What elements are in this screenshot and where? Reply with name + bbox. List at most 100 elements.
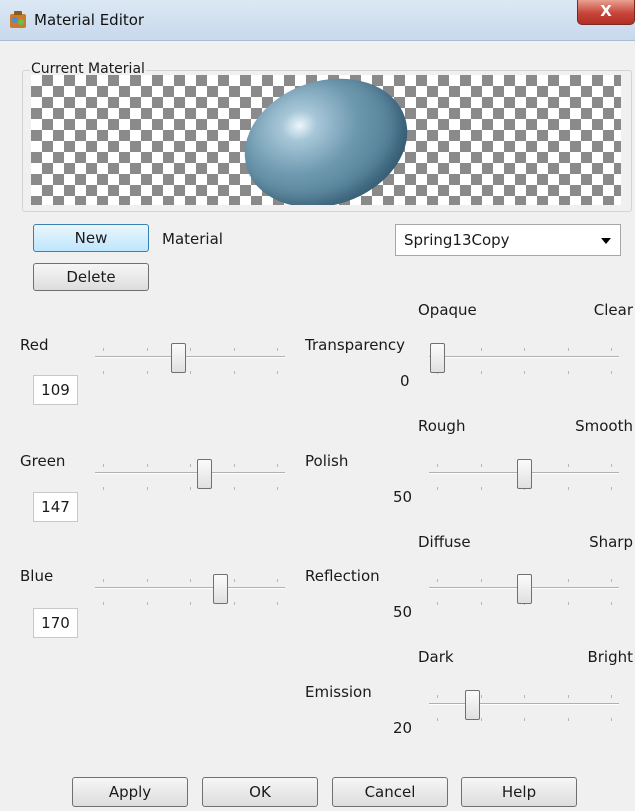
slider-tick	[567, 371, 569, 374]
red-value-field[interactable]: 109	[33, 375, 78, 405]
emission-max-label: Bright	[587, 648, 633, 666]
slider-thumb[interactable]	[196, 459, 212, 489]
slider-tick	[437, 464, 438, 467]
polish-slider[interactable]	[429, 456, 619, 496]
slider-tick	[103, 464, 104, 467]
transparency-min-label: Opaque	[418, 301, 477, 319]
material-select-value: Spring13Copy	[404, 231, 510, 249]
slider-tick	[103, 487, 104, 490]
slider-tick	[190, 348, 191, 351]
green-label: Green	[20, 452, 66, 470]
blue-label: Blue	[20, 567, 54, 585]
reflection-slider[interactable]	[429, 571, 619, 611]
slider-tick	[480, 579, 482, 582]
red-label: Red	[20, 336, 49, 354]
slider-thumb[interactable]	[464, 690, 480, 720]
slider-tick	[567, 579, 569, 582]
slider-tick	[233, 579, 235, 582]
slider-tick	[524, 718, 525, 721]
green-slider[interactable]	[95, 456, 285, 496]
slider-track[interactable]	[429, 356, 619, 358]
slider-tick	[567, 464, 569, 467]
reflection-value: 50	[393, 603, 413, 621]
slider-tick	[567, 348, 569, 351]
slider-tick	[190, 371, 191, 374]
close-button[interactable]: X	[577, 0, 635, 25]
slider-track[interactable]	[95, 356, 285, 358]
slider-tick	[277, 371, 278, 374]
help-button[interactable]: Help	[461, 777, 577, 807]
material-preview-sphere	[227, 75, 425, 205]
green-value-field[interactable]: 147	[33, 492, 78, 522]
material-preview	[31, 75, 621, 205]
transparency-slider[interactable]	[429, 340, 619, 380]
slider-tick	[480, 718, 482, 721]
transparency-label: Transparency	[305, 336, 406, 354]
polish-label: Polish	[305, 452, 349, 470]
slider-tick	[437, 487, 438, 490]
slider-tick	[146, 602, 148, 605]
transparency-value: 0	[400, 372, 410, 390]
transparency-max-label: Clear	[593, 301, 633, 319]
slider-tick	[277, 602, 278, 605]
slider-tick	[480, 695, 482, 698]
slider-thumb[interactable]	[517, 574, 532, 604]
slider-tick	[524, 371, 525, 374]
slider-tick	[567, 695, 569, 698]
blue-slider[interactable]	[95, 571, 285, 611]
slider-tick	[277, 579, 278, 582]
slider-tick	[190, 602, 191, 605]
slider-tick	[190, 487, 191, 490]
cancel-button[interactable]: Cancel	[332, 777, 448, 807]
emission-slider[interactable]	[429, 687, 619, 727]
reflection-min-label: Diffuse	[418, 533, 471, 551]
slider-thumb[interactable]	[517, 459, 532, 489]
ok-button[interactable]: OK	[202, 777, 318, 807]
new-button[interactable]: New	[33, 224, 149, 252]
delete-button[interactable]: Delete	[33, 263, 149, 291]
slider-tick	[146, 348, 148, 351]
slider-tick	[480, 487, 482, 490]
slider-tick	[611, 602, 612, 605]
emission-min-label: Dark	[418, 648, 454, 666]
slider-tick	[233, 348, 235, 351]
slider-tick	[103, 579, 104, 582]
slider-tick	[233, 487, 235, 490]
slider-tick	[146, 579, 148, 582]
slider-tick	[480, 348, 482, 351]
blue-value-field[interactable]: 170	[33, 608, 78, 638]
slider-tick	[146, 371, 148, 374]
slider-tick	[611, 718, 612, 721]
slider-tick	[146, 464, 148, 467]
slider-tick	[103, 602, 104, 605]
slider-thumb[interactable]	[430, 343, 445, 373]
slider-tick	[611, 464, 612, 467]
slider-tick	[103, 371, 104, 374]
slider-tick	[146, 487, 148, 490]
slider-tick	[611, 348, 612, 351]
slider-track[interactable]	[95, 587, 285, 589]
slider-tick	[277, 464, 278, 467]
slider-tick	[611, 579, 612, 582]
slider-thumb[interactable]	[212, 574, 228, 604]
slider-track[interactable]	[429, 703, 619, 705]
slider-tick	[277, 487, 278, 490]
apply-button[interactable]: Apply	[72, 777, 188, 807]
slider-tick	[233, 602, 235, 605]
slider-thumb[interactable]	[170, 343, 186, 373]
slider-tick	[567, 602, 569, 605]
slider-track[interactable]	[95, 472, 285, 474]
polish-max-label: Smooth	[575, 417, 633, 435]
red-slider[interactable]	[95, 340, 285, 380]
material-label: Material	[162, 230, 223, 248]
polish-min-label: Rough	[418, 417, 466, 435]
reflection-max-label: Sharp	[589, 533, 633, 551]
material-select[interactable]: Spring13Copy	[395, 224, 621, 256]
slider-tick	[233, 464, 235, 467]
slider-tick	[611, 695, 612, 698]
slider-tick	[437, 695, 438, 698]
emission-value: 20	[393, 719, 413, 737]
slider-tick	[277, 348, 278, 351]
slider-tick	[103, 348, 104, 351]
slider-tick	[611, 487, 612, 490]
